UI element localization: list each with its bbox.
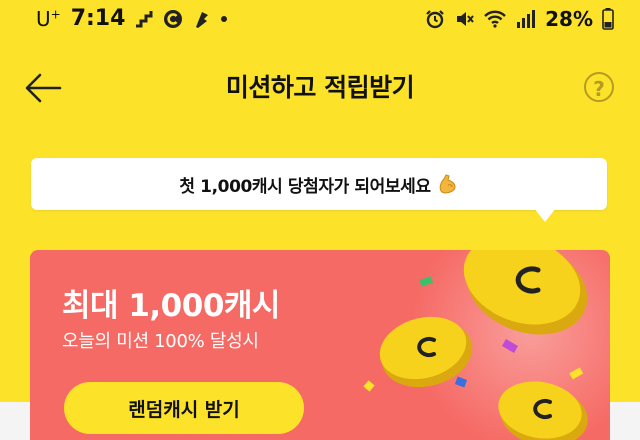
confetti-purple bbox=[501, 339, 519, 353]
c-app-notification-icon bbox=[163, 9, 183, 29]
status-bar-left: U+ 7:14 bbox=[36, 6, 228, 31]
tooltip-bubble: 첫 1,000캐시 당첨자가 되어보세요 bbox=[31, 158, 607, 210]
more-notifications-dot-icon bbox=[221, 15, 228, 22]
wifi-icon bbox=[483, 9, 507, 29]
signal-icon bbox=[516, 9, 536, 29]
mute-icon bbox=[454, 9, 474, 29]
alarm-icon bbox=[425, 9, 445, 29]
battery-icon bbox=[602, 8, 614, 30]
carrier-text: U bbox=[36, 6, 51, 31]
confetti-blue bbox=[454, 376, 468, 388]
stairs-notification-icon bbox=[135, 10, 153, 28]
tooltip-tail bbox=[534, 208, 556, 222]
carrier-sup: + bbox=[50, 6, 61, 21]
help-button[interactable]: ? bbox=[584, 72, 614, 102]
page-title: 미션하고 적립받기 bbox=[225, 73, 415, 102]
app-notification-icon bbox=[193, 9, 211, 29]
tooltip-text: 첫 1,000캐시 당첨자가 되어보세요 bbox=[179, 176, 431, 197]
coins-illustration bbox=[363, 250, 588, 440]
confetti-green bbox=[419, 276, 434, 287]
status-bar: U+ 7:14 28% bbox=[0, 0, 640, 46]
big-coin-icon bbox=[463, 250, 588, 335]
battery-percent: 28% bbox=[545, 7, 593, 31]
carrier-label: U+ bbox=[36, 7, 61, 31]
confetti-yellow-2 bbox=[569, 367, 584, 380]
small-coin-icon bbox=[498, 381, 588, 440]
flexed-biceps-icon bbox=[437, 173, 459, 195]
status-time: 7:14 bbox=[70, 6, 126, 31]
confetti-yellow bbox=[363, 380, 375, 392]
promo-card[interactable]: 최대 1,000캐시 오늘의 미션 100% 달성시 랜덤캐시 받기 bbox=[30, 250, 610, 440]
status-bar-right: 28% bbox=[425, 7, 614, 31]
app-header: 미션하고 적립받기 ? bbox=[0, 58, 640, 118]
